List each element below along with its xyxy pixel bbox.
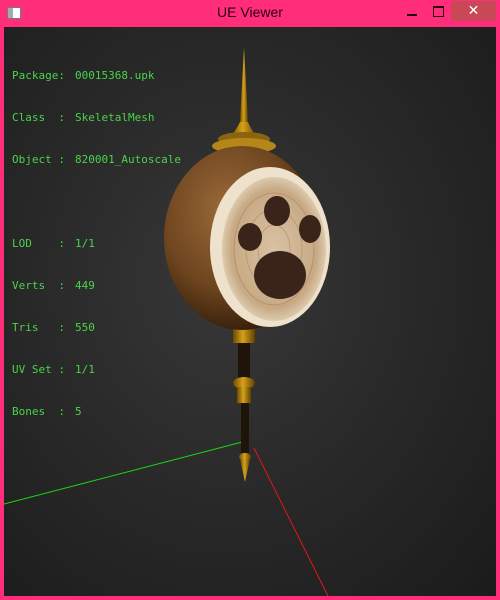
minimize-icon <box>407 13 417 16</box>
minimize-button[interactable] <box>401 1 423 21</box>
3d-viewport[interactable]: Package: 00015368.upk Class : SkeletalMe… <box>4 27 496 596</box>
close-icon: ✕ <box>467 3 480 19</box>
object-value: 820001_Autoscale <box>75 153 181 166</box>
x-axis-line <box>253 447 329 596</box>
window-title: UE Viewer <box>217 4 283 20</box>
package-label: Package: <box>12 69 65 82</box>
bones-label: Bones : <box>12 405 65 418</box>
y-axis-line <box>4 440 247 505</box>
object-label: Object : <box>12 153 65 166</box>
mesh-info-panel: Package: 00015368.upk Class : SkeletalMe… <box>12 41 181 447</box>
maximize-button[interactable] <box>428 1 448 21</box>
close-button[interactable]: ✕ <box>451 1 496 21</box>
verts-value: 449 <box>75 279 95 292</box>
title-bar[interactable]: UE Viewer ✕ <box>0 0 500 27</box>
class-value: SkeletalMesh <box>75 111 155 124</box>
lod-label: LOD : <box>12 237 65 250</box>
package-value: 00015368.upk <box>75 69 155 82</box>
tris-label: Tris : <box>12 321 65 334</box>
uvset-value: 1/1 <box>75 363 95 376</box>
bones-value: 5 <box>75 405 82 418</box>
verts-label: Verts : <box>12 279 65 292</box>
class-label: Class : <box>12 111 65 124</box>
mesh-model <box>164 47 330 482</box>
lod-value: 1/1 <box>75 237 95 250</box>
app-window: UE Viewer ✕ Package: 00015368.upk Class … <box>0 0 500 600</box>
tris-value: 550 <box>75 321 95 334</box>
maximize-icon <box>432 5 444 17</box>
uvset-label: UV Set : <box>12 363 65 376</box>
